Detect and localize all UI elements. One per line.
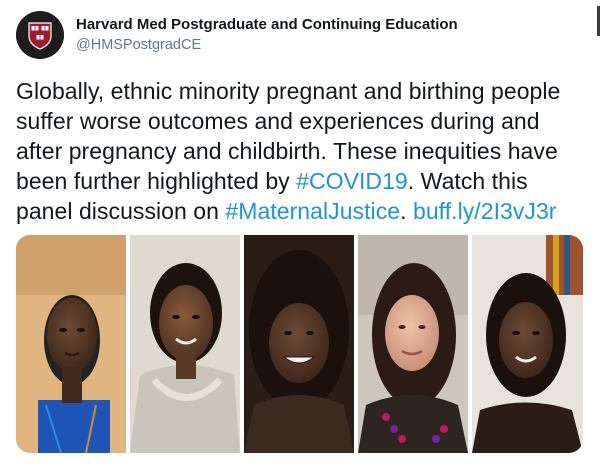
account-display-name[interactable]: Harvard Med Postgraduate and Continuing … <box>76 16 458 33</box>
hashtag-maternaljustice-link[interactable]: #MaternalJustice <box>225 198 400 224</box>
account-handle[interactable]: @HMSPostgradCE <box>76 37 201 53</box>
panelist-2-frame <box>130 235 240 453</box>
harvard-shield-icon <box>16 11 64 59</box>
profile-avatar[interactable] <box>16 11 64 59</box>
panelists-image <box>16 235 583 453</box>
panelist-4-frame <box>358 235 468 453</box>
tweet-text-part-3: . <box>400 198 413 224</box>
tweet-text: Globally, ethnic minority pregnant and b… <box>16 76 588 226</box>
media-video-thumbnail[interactable] <box>16 235 583 453</box>
panelist-1-frame <box>16 235 126 453</box>
panelist-5-frame <box>472 235 583 453</box>
buffly-link[interactable]: buff.ly/2I3vJ3r <box>413 198 557 224</box>
hashtag-covid19-link[interactable]: #COVID19 <box>296 168 408 194</box>
panelist-3-frame <box>244 235 354 453</box>
tweet-card: Harvard Med Postgraduate and Continuing … <box>0 0 600 471</box>
